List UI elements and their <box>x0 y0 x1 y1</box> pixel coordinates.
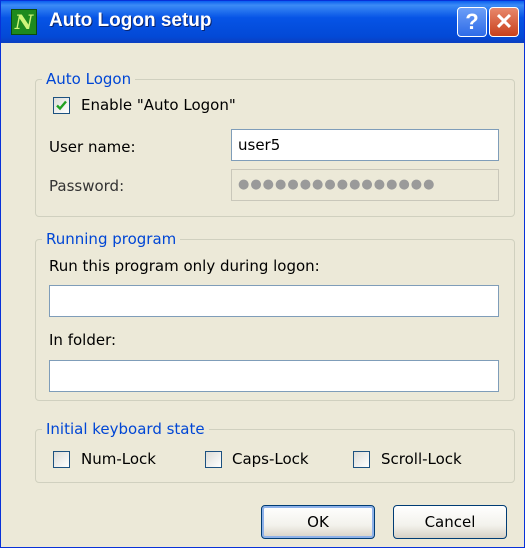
username-label: User name: <box>49 138 136 156</box>
help-button[interactable]: ? <box>457 7 487 37</box>
app-logo-icon: N <box>11 9 37 35</box>
cancel-button[interactable]: Cancel <box>393 505 507 539</box>
title-bar[interactable]: N Auto Logon setup ? ✕ <box>1 1 524 43</box>
enable-auto-logon-label[interactable]: Enable "Auto Logon" <box>81 96 236 114</box>
checkmark-icon <box>56 100 67 111</box>
username-field[interactable]: user5 <box>231 129 499 161</box>
ok-button[interactable]: OK <box>261 505 375 539</box>
close-button[interactable]: ✕ <box>489 7 519 37</box>
program-path-field[interactable] <box>49 285 499 317</box>
caps-lock-checkbox[interactable] <box>205 451 222 468</box>
folder-path-field[interactable] <box>49 360 499 392</box>
close-icon: ✕ <box>494 9 514 34</box>
num-lock-label[interactable]: Num-Lock <box>81 450 156 468</box>
scroll-lock-checkbox[interactable] <box>353 451 370 468</box>
window-title: Auto Logon setup <box>49 10 212 31</box>
keyboard-state-legend: Initial keyboard state <box>42 420 209 438</box>
program-label: Run this program only during logon: <box>49 257 320 275</box>
password-label: Password: <box>49 177 125 195</box>
running-program-legend: Running program <box>42 230 181 248</box>
password-field: ●●●●●●●●●●●●●●●● <box>231 169 499 201</box>
auto-logon-legend: Auto Logon <box>42 70 136 88</box>
caps-lock-label[interactable]: Caps-Lock <box>232 450 309 468</box>
folder-label: In folder: <box>49 331 117 349</box>
auto-logon-dialog: N Auto Logon setup ? ✕ Auto Logon Enable… <box>0 0 525 548</box>
enable-auto-logon-checkbox[interactable] <box>53 97 70 114</box>
question-mark-icon: ? <box>465 9 479 34</box>
scroll-lock-label[interactable]: Scroll-Lock <box>381 450 462 468</box>
num-lock-checkbox[interactable] <box>53 451 70 468</box>
